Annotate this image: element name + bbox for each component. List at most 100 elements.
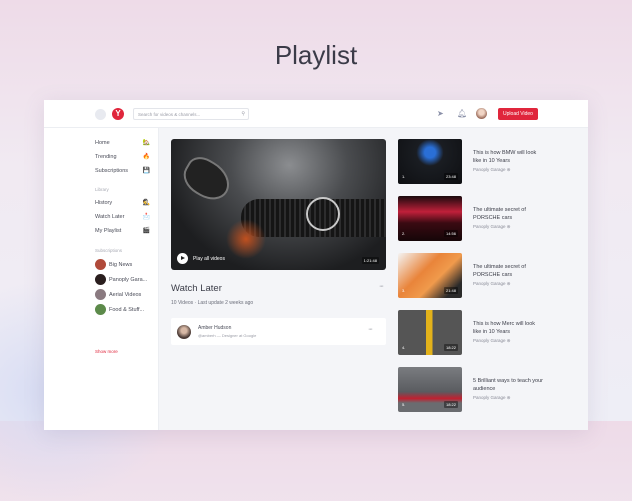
video-title[interactable]: The ultimate secret of PORSCHE cars bbox=[473, 263, 543, 279]
video-title[interactable]: This is how Merc will look like in 10 Ye… bbox=[473, 320, 543, 336]
label: Panoply Garage bbox=[473, 281, 506, 286]
verified-icon: ⊛ bbox=[506, 224, 511, 229]
video-title[interactable]: This is how BMW will look like in 10 Yea… bbox=[473, 149, 543, 165]
video-number: 5. bbox=[402, 402, 406, 407]
sidebar-item-watch-later[interactable]: Watch Later 📩 bbox=[95, 214, 150, 220]
video-item[interactable]: 4. 18:22 This is how Merc will look like … bbox=[398, 310, 588, 356]
search-placeholder: Search for videos & channels... bbox=[138, 112, 201, 117]
channel-name[interactable]: Panoply Garage ⊛ bbox=[473, 338, 511, 344]
section-subscriptions: Subscriptions bbox=[95, 248, 123, 253]
video-number: 1. bbox=[402, 174, 406, 179]
play-icon[interactable] bbox=[177, 253, 188, 264]
label: History bbox=[95, 200, 113, 206]
app-window: Y Search for videos & channels... ⚲ ➤ 🔔︎ … bbox=[44, 100, 588, 430]
duration: 18:22 bbox=[443, 344, 458, 351]
video-thumbnail[interactable]: 2. 14:56 bbox=[398, 196, 462, 241]
send-icon[interactable]: ➤ bbox=[437, 109, 444, 118]
channel-name[interactable]: Panoply Garage ⊛ bbox=[473, 167, 511, 173]
channel-avatar bbox=[95, 259, 106, 270]
owner-card: Amber Hudson @amberh — Designer at Googl… bbox=[171, 318, 386, 345]
sidebar-item-subscriptions[interactable]: Subscriptions 💾 bbox=[95, 168, 150, 174]
verified-icon: ⊛ bbox=[506, 338, 511, 343]
logo[interactable]: Y bbox=[112, 108, 124, 120]
label: Trending bbox=[95, 154, 117, 160]
more-options-icon[interactable]: ··· bbox=[379, 283, 384, 290]
duration: 23:48 bbox=[443, 173, 458, 180]
menu-button[interactable] bbox=[95, 109, 106, 120]
duration: 1:21:48 bbox=[361, 257, 379, 264]
label: Watch Later bbox=[95, 214, 125, 220]
video-thumbnail[interactable]: 1. 23:48 bbox=[398, 139, 462, 184]
duration: 21:48 bbox=[443, 287, 458, 294]
label: Panoply Garage bbox=[473, 338, 506, 343]
owner-name[interactable]: Amber Hudson bbox=[198, 325, 231, 331]
verified-icon: ⊛ bbox=[506, 167, 511, 172]
fire-icon: 🔥 bbox=[142, 154, 150, 160]
floppy-icon: 💾 bbox=[142, 168, 150, 174]
label: Home bbox=[95, 140, 110, 146]
video-thumbnail[interactable]: 5. 18:22 bbox=[398, 367, 462, 412]
playlist-title: Watch Later bbox=[171, 283, 222, 294]
video-item[interactable]: 3. 21:48 The ultimate secret of PORSCHE c… bbox=[398, 253, 588, 299]
channel-avatar bbox=[95, 304, 106, 315]
search-icon[interactable]: ⚲ bbox=[241, 111, 245, 117]
page-title: Playlist bbox=[274, 40, 358, 70]
show-more-link[interactable]: Show more bbox=[95, 349, 118, 354]
channel-name[interactable]: Panoply Garage ⊛ bbox=[473, 224, 511, 230]
bokeh bbox=[226, 219, 266, 259]
video-number: 2. bbox=[402, 231, 406, 236]
video-number: 3. bbox=[402, 288, 406, 293]
more-options-icon[interactable]: ··· bbox=[368, 326, 373, 333]
subscription-item[interactable]: Big News bbox=[95, 259, 132, 271]
subscription-item[interactable]: Aerial Videos bbox=[95, 289, 141, 301]
owner-role: @amberh — Designer at Google bbox=[198, 333, 257, 338]
clapper-icon: 🎬 bbox=[142, 228, 150, 234]
video-title[interactable]: 5 Brilliant ways to teach your audience bbox=[473, 377, 543, 393]
video-title[interactable]: The ultimate secret of PORSCHE cars bbox=[473, 206, 543, 222]
duration: 14:56 bbox=[443, 230, 458, 237]
sidebar-item-my-playlist[interactable]: My Playlist 🎬 bbox=[95, 228, 150, 234]
subscription-item[interactable]: Panoply Gara... bbox=[95, 274, 147, 286]
video-item[interactable]: 1. 23:48 This is how BMW will look like i… bbox=[398, 139, 588, 185]
playlist-meta: 10 Videos · Last update 2 weeks ago bbox=[171, 300, 254, 306]
label: My Playlist bbox=[95, 228, 122, 234]
video-thumbnail[interactable]: 4. 18:22 bbox=[398, 310, 462, 355]
label: Food & Stuff... bbox=[109, 306, 145, 313]
top-bar: Y Search for videos & channels... ⚲ ➤ 🔔︎ … bbox=[44, 100, 588, 128]
envelope-icon: 📩 bbox=[142, 214, 150, 220]
label: Panoply Garage bbox=[473, 395, 506, 400]
label: Panoply Garage bbox=[473, 167, 506, 172]
car-headlight bbox=[177, 151, 237, 207]
sidebar-item-history[interactable]: History 🕵 bbox=[95, 200, 150, 206]
label: Big News bbox=[109, 261, 133, 268]
label: Aerial Videos bbox=[109, 291, 142, 298]
play-all-label[interactable]: Play all videos bbox=[193, 256, 225, 262]
sidebar-item-trending[interactable]: Trending 🔥 bbox=[95, 154, 150, 160]
bell-icon[interactable]: 🔔︎ bbox=[457, 109, 467, 118]
channel-avatar bbox=[95, 274, 106, 285]
video-item[interactable]: 5. 18:22 5 Brilliant ways to teach your a… bbox=[398, 367, 588, 413]
home-icon: 🏡 bbox=[142, 140, 150, 146]
video-item[interactable]: 2. 14:56 The ultimate secret of PORSCHE c… bbox=[398, 196, 588, 242]
verified-icon: ⊛ bbox=[506, 395, 511, 400]
channel-name[interactable]: Panoply Garage ⊛ bbox=[473, 281, 511, 287]
section-library: Library bbox=[95, 187, 109, 192]
label: Subscriptions bbox=[95, 168, 129, 174]
subscription-item[interactable]: Food & Stuff... bbox=[95, 304, 144, 316]
playlist-hero-thumbnail[interactable]: Play all videos 1:21:48 bbox=[171, 139, 386, 270]
car-emblem bbox=[306, 197, 340, 231]
label: Panoply Gara... bbox=[109, 276, 148, 283]
verified-icon: ⊛ bbox=[506, 281, 511, 286]
user-avatar[interactable] bbox=[476, 108, 487, 119]
video-thumbnail[interactable]: 3. 21:48 bbox=[398, 253, 462, 298]
owner-avatar[interactable] bbox=[177, 325, 191, 339]
detective-icon: 🕵 bbox=[142, 200, 150, 206]
sidebar: Home 🏡 Trending 🔥 Subscriptions 💾 Library H… bbox=[44, 128, 159, 430]
channel-avatar bbox=[95, 289, 106, 300]
channel-name[interactable]: Panoply Garage ⊛ bbox=[473, 395, 511, 401]
sidebar-item-home[interactable]: Home 🏡 bbox=[95, 140, 150, 146]
upload-video-button[interactable]: Upload Video bbox=[498, 108, 538, 120]
label: Panoply Garage bbox=[473, 224, 506, 229]
search-input[interactable]: Search for videos & channels... ⚲ bbox=[133, 108, 249, 120]
video-number: 4. bbox=[402, 345, 406, 350]
